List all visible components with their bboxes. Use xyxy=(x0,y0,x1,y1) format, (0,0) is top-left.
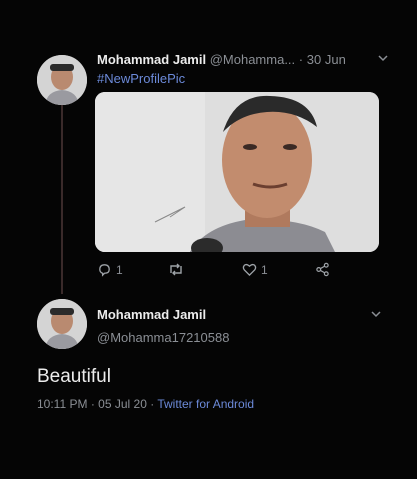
tweet-action-bar: 1 1 xyxy=(97,262,337,280)
tweet-photo[interactable] xyxy=(95,92,379,252)
tweet-header: Mohammad Jamil @Mohamma... · 30 Jun xyxy=(97,52,389,67)
author-handle[interactable]: @Mohamma... xyxy=(210,52,295,67)
tweet-thread-screen: Mohammad Jamil @Mohamma... · 30 Jun #New… xyxy=(0,0,417,479)
avatar[interactable] xyxy=(37,55,87,105)
reply-count: 1 xyxy=(116,262,123,277)
chevron-down-icon[interactable] xyxy=(370,308,382,323)
tweet-time[interactable]: 10:11 PM xyxy=(37,397,87,411)
author-name[interactable]: Mohammad Jamil xyxy=(97,307,206,322)
reply-button[interactable]: 1 xyxy=(97,262,123,277)
author-handle[interactable]: @Mohamma17210588 xyxy=(97,330,229,345)
share-icon xyxy=(315,262,330,277)
avatar[interactable] xyxy=(37,299,87,349)
separator: · xyxy=(90,397,95,411)
chevron-down-icon[interactable] xyxy=(377,52,389,67)
thread-connector-line xyxy=(61,104,63,294)
tweet-source-link[interactable]: Twitter for Android xyxy=(157,397,254,411)
tweet-date[interactable]: 30 Jun xyxy=(307,52,346,67)
retweet-icon xyxy=(168,262,184,277)
separator: · xyxy=(150,397,155,411)
like-count: 1 xyxy=(261,262,268,277)
separator: · xyxy=(298,52,304,67)
reply-icon xyxy=(97,262,112,277)
like-button[interactable]: 1 xyxy=(242,262,268,277)
tweet-text: Beautiful xyxy=(37,366,111,387)
share-button[interactable] xyxy=(315,262,330,277)
tweet-metadata: 10:11 PM · 05 Jul 20 · Twitter for Andro… xyxy=(37,397,254,411)
hashtag-link[interactable]: #NewProfilePic xyxy=(97,71,185,86)
author-name[interactable]: Mohammad Jamil xyxy=(97,52,206,67)
tweet-date[interactable]: 05 Jul 20 xyxy=(98,397,147,411)
retweet-button[interactable] xyxy=(168,262,188,277)
like-icon xyxy=(242,262,257,277)
